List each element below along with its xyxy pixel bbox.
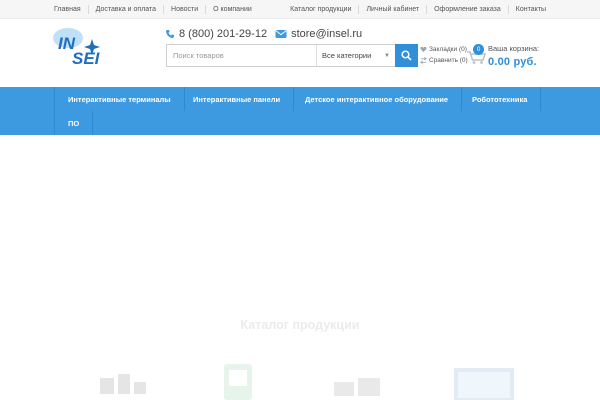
category-thumb-panels[interactable] (452, 366, 516, 400)
search-icon (401, 50, 412, 61)
nav-item-terminals[interactable]: Интерактивные терминалы (54, 87, 185, 111)
top-link-delivery[interactable]: Доставка и оплата (87, 5, 163, 14)
top-link-contacts[interactable]: Контакты (507, 5, 546, 14)
user-links: Закладки (0) Сравнить (0) (420, 44, 468, 66)
nav-item-panels[interactable]: Интерактивные панели (180, 87, 295, 111)
bookmarks-label: Закладки (0) (429, 46, 467, 53)
cart-total: 0.00 руб. (488, 56, 537, 68)
category-select-value: Все категории (322, 51, 372, 60)
top-link-about[interactable]: О компании (205, 5, 259, 14)
cart-label: Ваша корзина: (488, 44, 540, 53)
compare-label: Сравнить (0) (429, 57, 468, 64)
nav-item-software[interactable]: ПО (54, 111, 94, 135)
cart-summary[interactable]: Ваша корзина: 0.00 руб. (488, 44, 539, 68)
top-links-right: Каталог продукции Личный кабинет Оформле… (290, 0, 546, 19)
nav-item-robotics[interactable]: Робототехника (459, 87, 542, 111)
compare-link[interactable]: Сравнить (0) (420, 55, 468, 66)
search-button[interactable] (395, 44, 418, 67)
top-link-catalog[interactable]: Каталог продукции (290, 5, 358, 14)
top-link-checkout[interactable]: Оформление заказа (426, 5, 508, 14)
bookmarks-link[interactable]: Закладки (0) (420, 44, 468, 55)
top-link-news[interactable]: Новости (163, 5, 205, 14)
category-thumb-robots[interactable] (92, 372, 152, 400)
chevron-down-icon: ▼ (384, 52, 390, 59)
email-address[interactable]: store@insel.ru (291, 28, 362, 40)
top-link-account[interactable]: Личный кабинет (358, 5, 426, 14)
category-thumb-terminal[interactable] (218, 362, 258, 400)
main-nav: Интерактивные терминалы Интерактивные па… (0, 87, 600, 135)
category-thumb-kids[interactable] (330, 374, 386, 400)
top-bar: Главная Доставка и оплата Новости О комп… (0, 0, 600, 19)
envelope-icon (275, 30, 287, 38)
phone-number[interactable]: 8 (800) 201-29-12 (179, 28, 267, 40)
cart-count-badge: 0 (473, 44, 484, 55)
category-select[interactable]: Все категории ▼ (316, 45, 395, 66)
compare-icon (420, 57, 427, 64)
catalog-title: Каталог продукции (240, 318, 360, 332)
cart-button[interactable]: 0 (466, 43, 488, 65)
top-link-home[interactable]: Главная (54, 5, 88, 14)
search-input[interactable] (167, 45, 316, 66)
search-bar: Все категории ▼ (166, 44, 418, 67)
phone-icon (166, 30, 174, 39)
header-contacts: 8 (800) 201-29-12 store@insel.ru (165, 27, 362, 41)
site-logo[interactable]: IN SEI (52, 25, 122, 67)
nav-item-kids-equipment[interactable]: Детское интерактивное оборудование (292, 87, 463, 111)
heart-icon (420, 46, 427, 53)
top-links-left: Главная Доставка и оплата Новости О комп… (54, 0, 259, 19)
logo-text-bottom: SEI (72, 49, 101, 67)
